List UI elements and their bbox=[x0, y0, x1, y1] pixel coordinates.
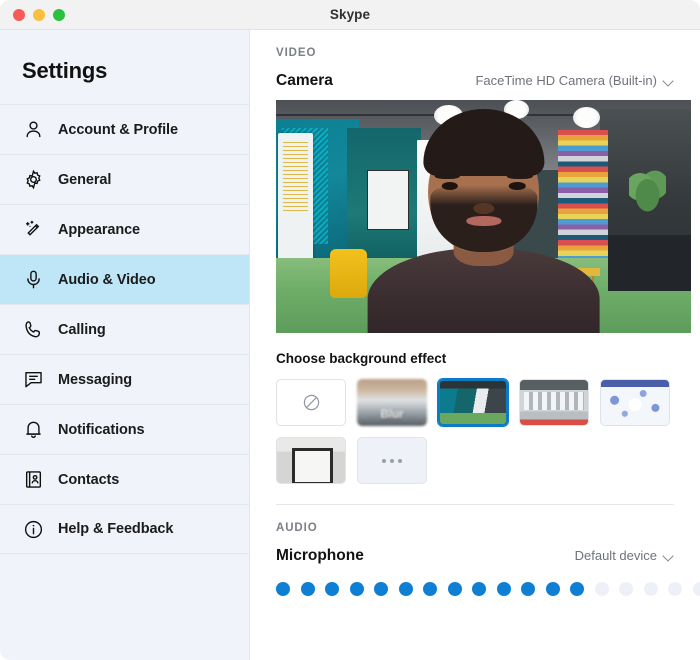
sidebar-item-account-profile[interactable]: Account & Profile bbox=[0, 104, 249, 154]
mic-level-dot bbox=[374, 582, 388, 596]
mic-level-dot bbox=[276, 582, 290, 596]
background-thumb-more-button[interactable] bbox=[357, 437, 427, 484]
background-thumb-office[interactable] bbox=[438, 379, 508, 426]
chat-bubble-icon bbox=[22, 369, 44, 391]
sidebar-item-calling[interactable]: Calling bbox=[0, 304, 249, 354]
mic-level-dot bbox=[545, 582, 560, 596]
sidebar-item-help-feedback[interactable]: Help & Feedback bbox=[0, 504, 249, 554]
mic-level-dot bbox=[398, 582, 413, 596]
sidebar-item-label: Appearance bbox=[58, 221, 141, 238]
camera-device-value: FaceTime HD Camera (Built-in) bbox=[475, 73, 657, 88]
sidebar-item-general[interactable]: General bbox=[0, 154, 249, 204]
sidebar-item-messaging[interactable]: Messaging bbox=[0, 354, 249, 404]
camera-preview bbox=[276, 100, 691, 333]
title-bar: Skype bbox=[0, 0, 700, 30]
background-thumb-winter[interactable] bbox=[600, 379, 670, 426]
sidebar-item-label: Account & Profile bbox=[58, 121, 178, 138]
page-title: Settings bbox=[22, 58, 108, 83]
microphone-icon bbox=[22, 269, 44, 291]
microphone-device-dropdown[interactable]: Default device bbox=[575, 548, 674, 563]
sidebar-item-audio-video[interactable]: Audio & Video bbox=[0, 254, 249, 304]
minimize-button[interactable] bbox=[33, 8, 45, 21]
background-thumb-label: Blur bbox=[380, 409, 404, 421]
mic-level-dot bbox=[668, 582, 682, 596]
ellipsis-dot-icon bbox=[390, 458, 394, 463]
sidebar-item-label: Calling bbox=[58, 321, 106, 338]
magic-wand-icon bbox=[22, 219, 44, 241]
mic-level-dot bbox=[619, 582, 633, 596]
mic-level-dot bbox=[643, 582, 658, 596]
window-controls bbox=[0, 8, 65, 21]
sidebar-item-label: General bbox=[58, 171, 112, 188]
mic-level-dot bbox=[521, 582, 535, 596]
skype-settings-window: Skype Settings Account & Profile General… bbox=[0, 0, 700, 660]
audio-video-settings-panel: VIDEO Camera FaceTime HD Camera (Built-i… bbox=[250, 30, 700, 660]
background-effect-row-1: Blur bbox=[276, 379, 674, 426]
gear-icon bbox=[22, 169, 44, 191]
person-icon bbox=[22, 119, 44, 141]
mic-level-dot bbox=[594, 582, 609, 596]
no-effect-icon bbox=[303, 394, 319, 411]
sidebar-item-contacts[interactable]: Contacts bbox=[0, 454, 249, 504]
audio-section-label: AUDIO bbox=[276, 522, 318, 534]
video-section-label: VIDEO bbox=[276, 47, 317, 59]
background-thumb-warehouse[interactable] bbox=[519, 379, 589, 426]
camera-label: Camera bbox=[276, 72, 333, 89]
sidebar-item-label: Notifications bbox=[58, 421, 145, 438]
background-effect-row-2 bbox=[276, 437, 674, 484]
sidebar-item-appearance[interactable]: Appearance bbox=[0, 204, 249, 254]
bell-icon bbox=[22, 419, 44, 441]
sidebar-item-label: Help & Feedback bbox=[58, 521, 174, 537]
sidebar-item-label: Audio & Video bbox=[58, 271, 156, 288]
sidebar-item-label: Contacts bbox=[58, 471, 120, 488]
mic-level-dot bbox=[325, 582, 339, 596]
preview-person bbox=[367, 109, 600, 333]
info-circle-icon bbox=[22, 518, 44, 540]
mic-level-dot bbox=[496, 582, 511, 596]
close-button[interactable] bbox=[13, 8, 25, 21]
mic-level-dot bbox=[570, 582, 584, 596]
mic-level-dot bbox=[423, 582, 437, 596]
background-thumb-none[interactable] bbox=[276, 379, 346, 426]
background-thumb-room[interactable] bbox=[276, 437, 346, 484]
settings-sidebar: Settings Account & Profile General Appea… bbox=[0, 30, 250, 660]
microphone-level-meter bbox=[276, 582, 700, 596]
window-title: Skype bbox=[329, 7, 371, 22]
ellipsis-dot-icon bbox=[398, 458, 402, 463]
mic-level-dot bbox=[447, 582, 462, 596]
mic-level-dot bbox=[300, 582, 315, 596]
microphone-device-value: Default device bbox=[574, 548, 657, 563]
chevron-down-icon bbox=[664, 551, 674, 561]
background-thumb-blur[interactable]: Blur bbox=[357, 379, 427, 426]
phone-icon bbox=[22, 319, 44, 341]
zoom-button[interactable] bbox=[53, 8, 65, 21]
camera-row: Camera FaceTime HD Camera (Built-in) bbox=[276, 72, 674, 90]
mic-level-dot bbox=[349, 582, 364, 596]
background-effect-title: Choose background effect bbox=[276, 351, 447, 366]
mic-level-dot bbox=[472, 582, 486, 596]
sidebar-item-label: Messaging bbox=[58, 371, 133, 388]
chevron-down-icon bbox=[664, 76, 674, 86]
microphone-label: Microphone bbox=[276, 547, 364, 564]
microphone-row: Microphone Default device bbox=[276, 547, 674, 565]
mic-level-dot bbox=[692, 582, 700, 596]
sidebar-item-notifications[interactable]: Notifications bbox=[0, 404, 249, 454]
ellipsis-dot-icon bbox=[382, 458, 386, 463]
camera-device-dropdown[interactable]: FaceTime HD Camera (Built-in) bbox=[475, 73, 674, 88]
contact-card-icon bbox=[22, 469, 44, 491]
window-body: Settings Account & Profile General Appea… bbox=[0, 30, 700, 660]
